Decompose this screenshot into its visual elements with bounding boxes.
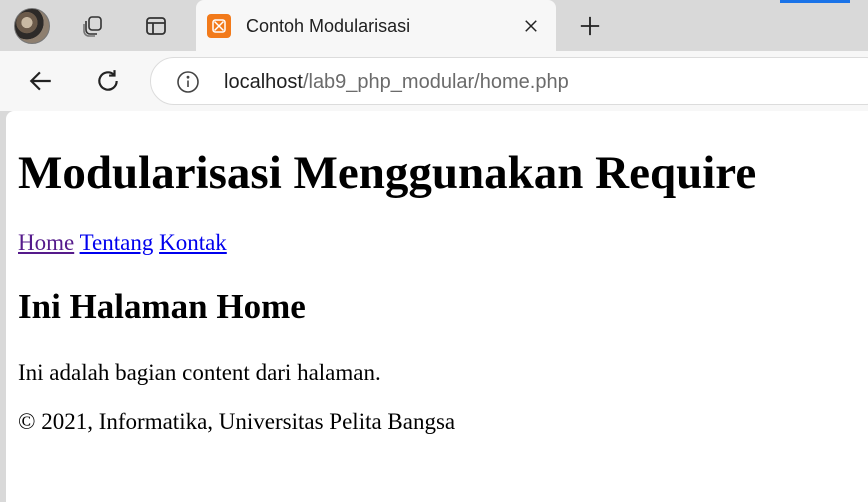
nav-link-home[interactable]: Home xyxy=(18,230,74,255)
info-icon[interactable] xyxy=(176,70,200,94)
close-icon[interactable] xyxy=(518,13,544,39)
back-button[interactable] xyxy=(23,63,59,99)
section-heading: Ini Halaman Home xyxy=(18,287,306,326)
tab-title: Contoh Modularisasi xyxy=(246,16,411,36)
new-tab-button[interactable] xyxy=(572,8,608,44)
url-text: localhost/lab9_php_modular/home.php xyxy=(224,69,569,95)
page-heading: Modularisasi Menggunakan Require xyxy=(18,147,757,199)
window-accent xyxy=(780,0,850,3)
browser-toolbar: localhost/lab9_php_modular/home.php xyxy=(0,51,868,111)
profile-avatar[interactable] xyxy=(14,8,50,44)
xampp-icon xyxy=(207,14,231,38)
tab-actions-icon[interactable] xyxy=(138,8,174,44)
refresh-button[interactable] xyxy=(90,63,126,99)
refresh-icon xyxy=(98,70,118,91)
page-nav: Home Tentang Kontak xyxy=(18,229,227,257)
tab-active[interactable]: Contoh Modularisasi xyxy=(196,0,556,51)
content-text: Ini adalah bagian content dari halaman. xyxy=(18,360,381,385)
back-arrow-icon xyxy=(29,71,51,91)
plus-icon xyxy=(580,16,600,36)
footer-text: © 2021, Informatika, Universitas Pelita … xyxy=(18,409,456,434)
tab-strip: Contoh Modularisasi xyxy=(0,0,868,51)
page-viewport: Modularisasi Menggunakan Require Home Te… xyxy=(6,111,868,502)
url-host: localhost xyxy=(224,71,303,93)
nav-link-kontak[interactable]: Kontak xyxy=(159,230,227,255)
workspaces-icon[interactable] xyxy=(75,8,111,44)
nav-link-tentang[interactable]: Tentang xyxy=(80,230,154,255)
url-path: /lab9_php_modular/home.php xyxy=(302,71,569,93)
address-bar[interactable]: localhost/lab9_php_modular/home.php xyxy=(150,57,868,105)
